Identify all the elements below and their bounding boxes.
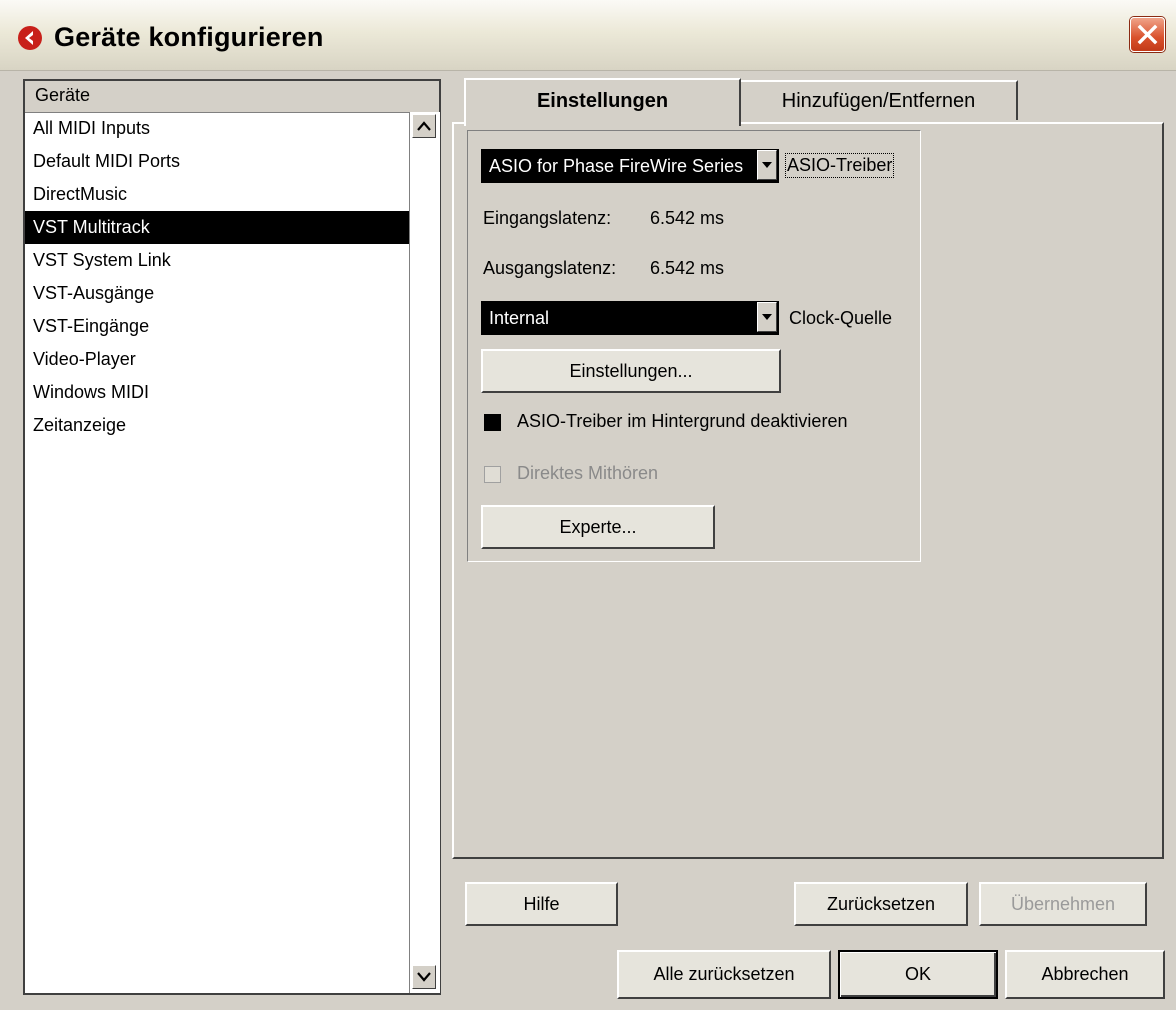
list-item[interactable]: Windows MIDI <box>25 376 409 409</box>
list-item[interactable]: Video-Player <box>25 343 409 376</box>
deactivate-asio-label: ASIO-Treiber im Hintergrund deaktivieren <box>517 411 848 431</box>
scroll-down-button[interactable] <box>412 965 436 989</box>
triangle-down-icon <box>762 314 772 320</box>
list-item[interactable]: VST-Eingänge <box>25 310 409 343</box>
vertical-scrollbar[interactable] <box>409 112 440 993</box>
cancel-button[interactable]: Abbrechen <box>1005 950 1165 999</box>
list-item[interactable]: DirectMusic <box>25 178 409 211</box>
clock-source-dropdown[interactable]: Internal <box>481 301 779 335</box>
window-title: Geräte konfigurieren <box>54 22 324 52</box>
apply-button[interactable]: Übernehmen <box>979 882 1147 926</box>
list-item[interactable]: Zeitanzeige <box>25 409 409 442</box>
reset-button[interactable]: Zurücksetzen <box>794 882 968 926</box>
dropdown-arrow-button[interactable] <box>757 302 777 332</box>
tab-einstellungen[interactable]: Einstellungen <box>464 78 741 126</box>
chevron-up-icon <box>417 121 431 131</box>
asio-driver-value: ASIO for Phase FireWire Series <box>489 156 744 176</box>
input-latency-value: 6.542 ms <box>650 208 725 228</box>
device-list[interactable]: Geräte All MIDI Inputs Default MIDI Port… <box>23 79 441 995</box>
deactivate-asio-checkbox[interactable] <box>484 414 501 431</box>
asio-driver-dropdown[interactable]: ASIO for Phase FireWire Series <box>481 149 779 183</box>
triangle-down-icon <box>762 162 772 168</box>
scroll-up-button[interactable] <box>412 114 436 138</box>
chevron-down-icon <box>417 972 431 982</box>
output-latency-label: Ausgangslatenz: <box>483 258 617 278</box>
ok-button[interactable]: OK <box>838 950 998 999</box>
settings-button[interactable]: Einstellungen... <box>481 349 781 393</box>
list-item[interactable]: VST System Link <box>25 244 409 277</box>
list-item[interactable]: Default MIDI Ports <box>25 145 409 178</box>
list-item[interactable]: VST-Ausgänge <box>25 277 409 310</box>
list-item-selected[interactable]: VST Multitrack <box>25 211 409 244</box>
asio-driver-label: ASIO-Treiber <box>784 153 895 178</box>
dialog-window: Geräte konfigurieren Geräte All MIDI Inp… <box>0 0 1176 1010</box>
device-list-header-label: Geräte <box>35 85 91 105</box>
reset-all-button[interactable]: Alle zurücksetzen <box>617 950 831 999</box>
device-list-header[interactable]: Geräte <box>25 81 439 113</box>
cubase-logo-icon <box>18 26 42 50</box>
title-bar[interactable]: Geräte konfigurieren <box>0 0 1176 71</box>
output-latency-value: 6.542 ms <box>650 258 725 278</box>
direct-monitoring-checkbox[interactable] <box>484 466 501 483</box>
dropdown-arrow-button[interactable] <box>757 150 777 180</box>
input-latency-label: Eingangslatenz: <box>483 208 612 228</box>
list-item[interactable]: All MIDI Inputs <box>25 112 409 145</box>
direct-monitoring-label: Direktes Mithören <box>517 463 659 483</box>
clock-source-value: Internal <box>489 308 550 328</box>
help-button[interactable]: Hilfe <box>465 882 618 926</box>
expert-button[interactable]: Experte... <box>481 505 715 549</box>
clock-source-label: Clock-Quelle <box>789 308 893 328</box>
device-list-items: All MIDI Inputs Default MIDI Ports Direc… <box>25 112 409 442</box>
close-icon <box>1137 24 1158 45</box>
close-button[interactable] <box>1130 17 1165 52</box>
settings-group <box>467 130 921 562</box>
tab-hinzufuegen-entfernen[interactable]: Hinzufügen/Entfernen <box>741 80 1018 120</box>
